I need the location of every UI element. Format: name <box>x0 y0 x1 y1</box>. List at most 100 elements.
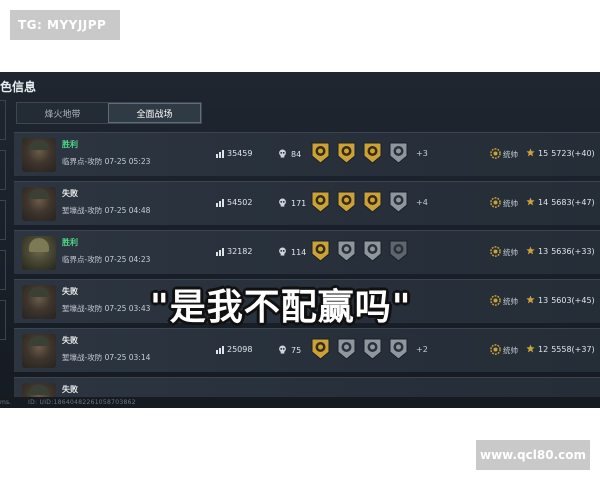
star-icon <box>526 246 535 257</box>
bar-chart-icon <box>216 345 224 354</box>
avatar <box>22 187 56 221</box>
score-value: 54502 <box>227 198 253 207</box>
rank-points: 5558(+37) <box>551 345 595 354</box>
footer-left-text: ms. <box>0 399 11 406</box>
medal-icon[interactable] <box>336 239 357 263</box>
match-mode-time: 堑壕战-攻防 07-25 03:43 <box>62 304 151 313</box>
match-score: 54502 <box>216 198 252 207</box>
gear-emblem-icon <box>490 148 501 161</box>
rank-level: 12 5558(+37) <box>526 344 595 355</box>
rank-title: 统帅 <box>490 148 518 161</box>
rank-level: 14 5683(+47) <box>526 197 595 208</box>
avatar <box>22 383 56 397</box>
panel-title: 色信息 <box>0 80 37 94</box>
rank-label: 统帅 <box>503 297 518 306</box>
avatar <box>22 138 56 172</box>
rank-label: 统帅 <box>503 150 518 159</box>
match-mode-time: 堑壕战-攻防 07-25 03:14 <box>62 353 151 362</box>
medal-icon[interactable] <box>310 239 331 263</box>
match-row[interactable]: 失败 堑壕战-攻防 07-25 04:48 54502 171 +4 统帅 14 5683(+… <box>14 181 600 225</box>
medal-icon[interactable] <box>388 190 409 214</box>
more-medals-count: +3 <box>416 148 428 158</box>
medal-icon[interactable] <box>310 190 331 214</box>
match-score: 25098 <box>216 345 252 354</box>
level-value: 15 <box>538 149 549 158</box>
bar-chart-icon <box>216 149 224 158</box>
medal-list: +3 <box>310 141 428 165</box>
rank-level: 15 5723(+40) <box>526 148 595 159</box>
gear-emblem-icon <box>490 295 501 308</box>
footer-uid: ID: UID:18640482261058703862 <box>28 399 136 406</box>
match-row[interactable]: 失败 堑壕战-攻防 07-25 03:14 25098 75 +2 统帅 12 5558(+3… <box>14 328 600 372</box>
medal-icon[interactable] <box>310 141 331 165</box>
match-kills: 75 <box>278 345 301 356</box>
tab-fenghuo[interactable]: 烽火地带 <box>17 103 108 123</box>
match-result: 失败 <box>62 189 78 198</box>
match-result: 失败 <box>62 385 78 394</box>
level-value: 12 <box>538 345 549 354</box>
match-result: 胜利 <box>62 140 78 149</box>
rank-level: 13 5603(+45) <box>526 295 595 306</box>
kills-value: 75 <box>291 346 302 355</box>
watermark-top: TG: MYYJJPP <box>10 10 120 40</box>
match-mode-time: 临界点-攻防 07-25 04:23 <box>62 255 151 264</box>
match-list: 胜利 临界点-攻防 07-25 05:23 35459 84 +3 统帅 15 5723(+4… <box>14 132 600 402</box>
match-score: 32182 <box>216 247 252 256</box>
skull-icon <box>278 247 287 258</box>
match-result: 胜利 <box>62 238 78 247</box>
level-value: 13 <box>538 247 549 256</box>
avatar <box>22 334 56 368</box>
skull-icon <box>278 149 287 160</box>
rank-label: 统帅 <box>503 248 518 257</box>
rank-points: 5636(+33) <box>551 247 595 256</box>
match-row[interactable]: 胜利临界点-攻防 07-25 05:23 35459 84 +3 统帅 15 5723(+4… <box>14 132 600 176</box>
skull-icon <box>278 345 287 356</box>
star-icon <box>526 344 535 355</box>
more-medals-count: +2 <box>416 344 428 354</box>
medal-icon[interactable] <box>388 239 409 263</box>
rank-points: 5603(+45) <box>551 296 595 305</box>
star-icon <box>526 197 535 208</box>
match-score: 35459 <box>216 149 252 158</box>
rank-points: 5683(+47) <box>551 198 595 207</box>
star-icon <box>526 148 535 159</box>
watermark-bottom: www.qcl80.com <box>476 440 590 470</box>
mode-tabs: 烽火地带 全面战场 <box>16 102 202 124</box>
medal-icon[interactable] <box>362 190 383 214</box>
bar-chart-icon <box>216 198 224 207</box>
bar-chart-icon <box>216 247 224 256</box>
left-rail <box>0 100 8 400</box>
score-value: 25098 <box>227 345 253 354</box>
match-kills: 84 <box>278 149 301 160</box>
medal-icon[interactable] <box>310 337 331 361</box>
medal-icon[interactable] <box>336 141 357 165</box>
medal-icon[interactable] <box>336 190 357 214</box>
medal-list: +2 <box>310 337 428 361</box>
skull-icon <box>278 198 287 209</box>
tab-quanmian[interactable]: 全面战场 <box>108 103 201 123</box>
medal-list: +4 <box>310 190 428 214</box>
kills-value: 114 <box>291 248 307 257</box>
medal-icon[interactable] <box>362 337 383 361</box>
medal-icon[interactable] <box>388 141 409 165</box>
rank-points: 5723(+40) <box>551 149 595 158</box>
avatar <box>22 236 56 270</box>
score-value: 35459 <box>227 149 253 158</box>
match-kills: 114 <box>278 247 306 258</box>
medal-icon[interactable] <box>336 337 357 361</box>
match-row[interactable]: 失败 <box>14 377 600 397</box>
match-row[interactable]: 胜利临界点-攻防 07-25 04:23 32182 114 统帅 13 5636(+33… <box>14 230 600 274</box>
score-value: 32182 <box>227 247 253 256</box>
medal-icon[interactable] <box>362 239 383 263</box>
rank-title: 统帅 <box>490 246 518 259</box>
match-mode-time: 临界点-攻防 07-25 05:23 <box>62 157 151 166</box>
medal-icon[interactable] <box>362 141 383 165</box>
level-value: 13 <box>538 296 549 305</box>
match-history-panel: 色信息 烽火地带 全面战场 胜利 临界点-攻防 07-25 05:23 35459 8… <box>0 72 600 408</box>
gear-emblem-icon <box>490 344 501 357</box>
gear-emblem-icon <box>490 197 501 210</box>
medal-icon[interactable] <box>388 337 409 361</box>
level-value: 14 <box>538 198 549 207</box>
match-result: 失败 <box>62 287 78 296</box>
match-result: 失败 <box>62 336 78 345</box>
